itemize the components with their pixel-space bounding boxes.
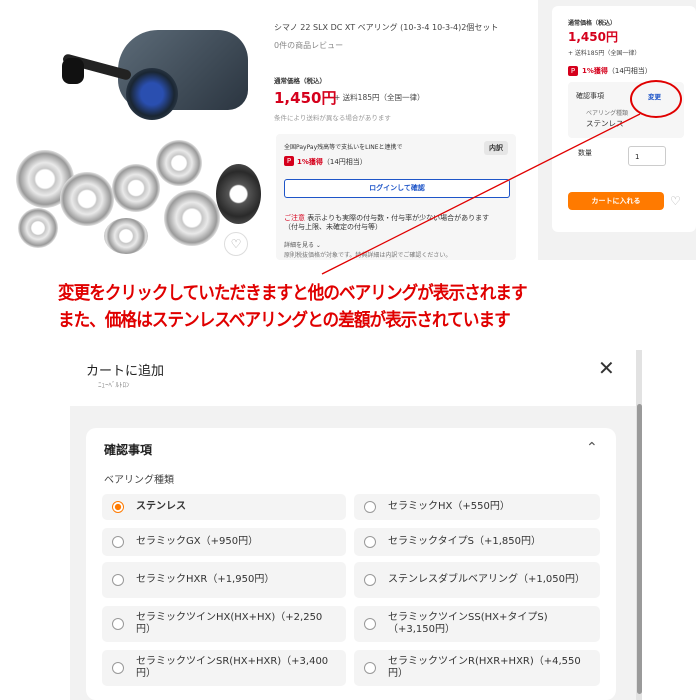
bearing-option[interactable]: セラミックHX（+550円） xyxy=(354,494,600,520)
bearing-option[interactable]: セラミックタイプS（+1,850円） xyxy=(354,528,600,556)
radio-icon[interactable] xyxy=(364,618,376,630)
radio-icon[interactable] xyxy=(112,618,124,630)
bearing-option[interactable]: セラミックGX（+950円） xyxy=(102,528,346,556)
radio-icon[interactable] xyxy=(364,574,376,586)
modal-subtitle: ﾆｭｰﾍﾞﾙﾄﾛﾝ xyxy=(98,381,130,389)
radio-icon[interactable] xyxy=(112,574,124,586)
chevron-up-icon[interactable]: ⌃ xyxy=(586,440,598,456)
section-title: 確認事項 xyxy=(104,443,153,457)
bearing-option[interactable]: ステンレス xyxy=(102,494,346,520)
bearing-option[interactable]: セラミックツインSS(HX+タイプS)（+3,150円） xyxy=(354,606,600,642)
bearing-option[interactable]: セラミックツインHX(HX+HX)（+2,250円） xyxy=(102,606,346,642)
bearing-option[interactable]: ステンレスダブルベアリング（+1,050円） xyxy=(354,562,600,598)
radio-icon[interactable] xyxy=(112,662,124,674)
radio-icon[interactable] xyxy=(112,536,124,548)
bearing-option[interactable]: セラミックHXR（+1,950円） xyxy=(102,562,346,598)
radio-icon[interactable] xyxy=(364,501,376,513)
bearing-option[interactable]: セラミックツインR(HXR+HXR)（+4,550円） xyxy=(354,650,600,686)
annotation-text: 変更をクリックしていただきますと他のベアリングが表示されます また、価格はステン… xyxy=(58,283,528,331)
radio-icon[interactable] xyxy=(364,536,376,548)
modal-title: カートに追加 xyxy=(86,364,165,379)
bearing-option[interactable]: セラミックツインSR(HX+HXR)（+3,400円） xyxy=(102,650,346,686)
option-label: ベアリング種類 xyxy=(104,475,174,486)
close-icon[interactable]: ✕ xyxy=(598,356,615,380)
scrollbar-thumb[interactable] xyxy=(637,404,642,694)
radio-icon[interactable] xyxy=(364,662,376,674)
radio-selected-icon[interactable] xyxy=(112,501,124,513)
